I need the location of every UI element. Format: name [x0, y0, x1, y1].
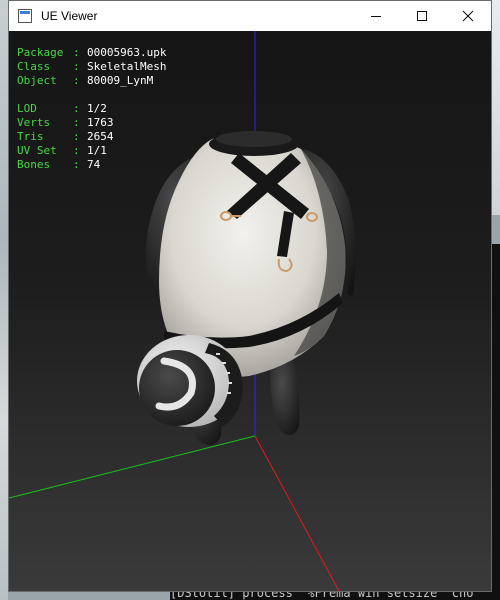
info-value: 1/2	[87, 102, 107, 115]
3d-viewport[interactable]: Package : 00005963.upk Class : SkeletalM…	[9, 31, 491, 591]
info-label: Object	[17, 74, 64, 87]
info-object: Object : 80009_LynM	[17, 74, 166, 88]
info-separator: :	[73, 46, 87, 59]
desktop-background-left	[0, 0, 8, 600]
info-separator: :	[73, 158, 87, 171]
info-value: 80009_LynM	[87, 74, 154, 87]
info-value: 74	[87, 158, 101, 171]
maximize-icon	[417, 11, 427, 21]
axis-y-line	[9, 435, 256, 499]
close-icon	[462, 10, 474, 22]
info-package: Package : 00005963.upk	[17, 46, 166, 60]
ue-viewer-window: UE Viewer Package: 00005963.upk Class:…	[8, 0, 492, 592]
info-uv-set: UV Set : 1/1	[17, 144, 166, 158]
minimize-icon	[371, 16, 381, 17]
info-separator: :	[73, 102, 87, 115]
app-window-icon	[17, 8, 33, 24]
info-label: Tris	[17, 130, 64, 143]
close-button[interactable]	[445, 1, 491, 31]
info-tris: Tris : 2654	[17, 130, 166, 144]
info-label: Verts	[17, 116, 64, 129]
info-separator: :	[73, 130, 87, 143]
info-separator: :	[73, 74, 87, 87]
info-lod: LOD : 1/2	[17, 102, 166, 116]
info-value: 2654	[87, 130, 114, 143]
info-value: 1/1	[87, 144, 107, 157]
info-label: Package	[17, 46, 64, 59]
window-title: UE Viewer	[41, 9, 98, 23]
info-label: LOD	[17, 102, 64, 115]
info-label: Class	[17, 60, 64, 73]
info-verts: Verts : 1763	[17, 116, 166, 130]
info-separator: :	[73, 60, 87, 73]
info-value: 00005963.upk	[87, 46, 167, 59]
info-separator: :	[73, 116, 87, 129]
minimize-button[interactable]	[353, 1, 399, 31]
mesh-info-overlay: Package : 00005963.upk Class : SkeletalM…	[17, 46, 166, 172]
title-bar[interactable]: UE Viewer	[9, 1, 491, 31]
info-label: UV Set	[17, 144, 64, 157]
info-class: Class : SkeletalMesh	[17, 60, 166, 74]
window-controls	[353, 1, 491, 31]
desktop-background-right	[492, 0, 500, 215]
info-label: Bones	[17, 158, 64, 171]
neck-top	[216, 131, 292, 147]
info-value: 1763	[87, 116, 114, 129]
maximize-button[interactable]	[399, 1, 445, 31]
info-bones: Bones : 74	[17, 158, 166, 172]
axis-x-line	[254, 435, 340, 591]
info-value: SkeletalMesh	[87, 60, 167, 73]
info-separator: :	[73, 144, 87, 157]
